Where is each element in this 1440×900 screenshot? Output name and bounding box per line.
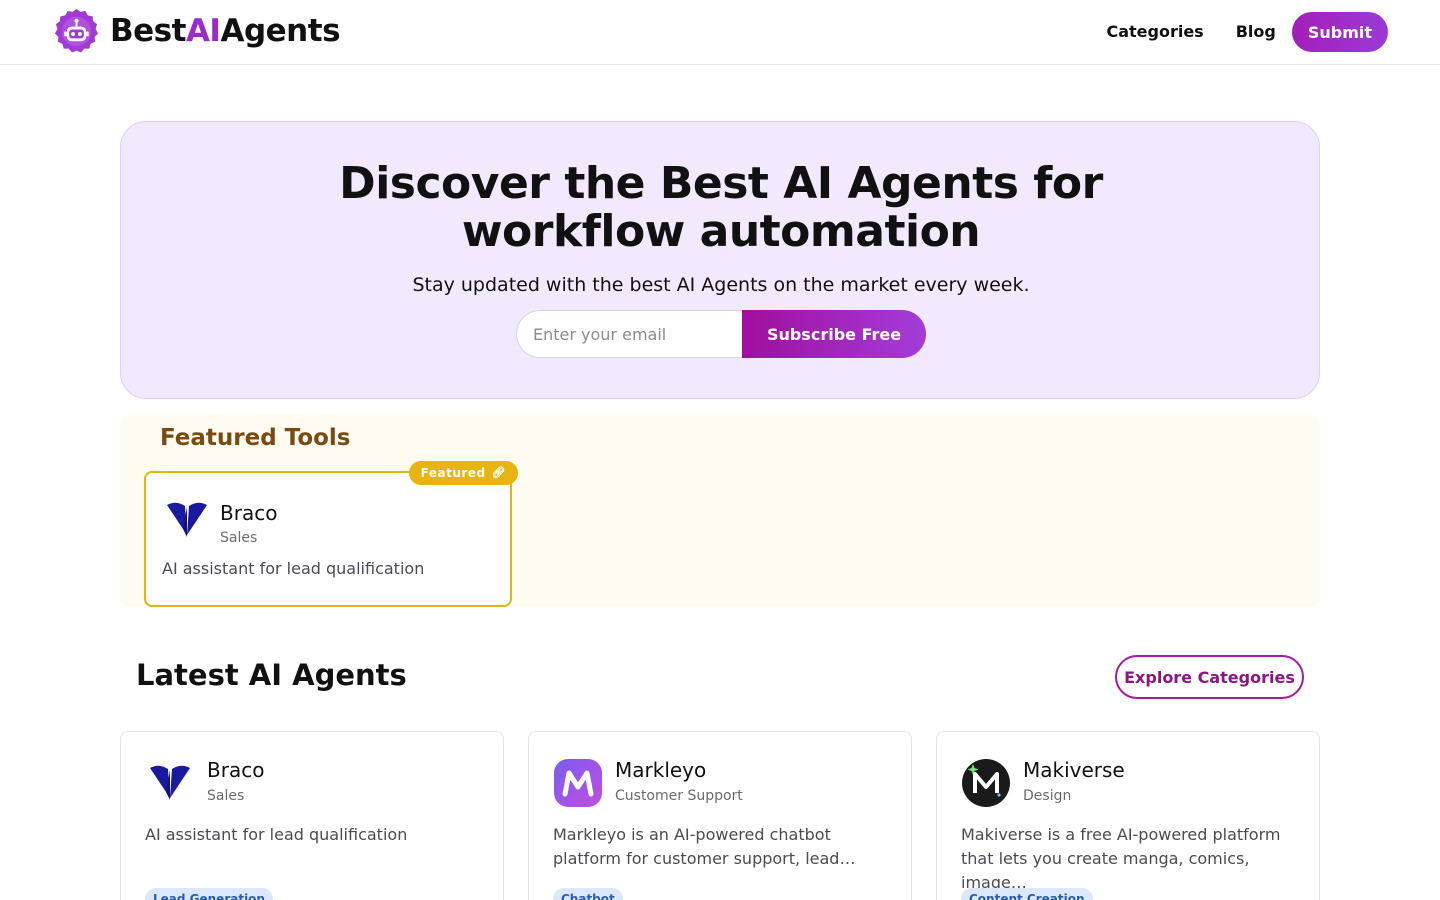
featured-card-category: Sales xyxy=(220,530,258,546)
agent-card-makiverse[interactable]: Makiverse Design Makiverse is a free AI-… xyxy=(936,731,1320,900)
logo-text-best: Best xyxy=(110,13,186,49)
hero-section: Discover the Best AI Agents for workflow… xyxy=(120,121,1320,399)
agent-card-name: Makiverse xyxy=(1023,758,1125,782)
agent-card-tag[interactable]: Lead Generation xyxy=(145,888,273,900)
latest-agents-title: Latest AI Agents xyxy=(136,658,407,692)
agent-card-description: Markleyo is an AI-powered chatbot platfo… xyxy=(553,825,856,868)
hero-subtitle: Stay updated with the best AI Agents on … xyxy=(412,274,1030,296)
agent-card-tag[interactable]: Chatbot xyxy=(553,888,623,900)
agent-card-braco[interactable]: Braco Sales AI assistant for lead qualif… xyxy=(120,731,504,900)
site-header: BestAIAgents Categories Blog Submit xyxy=(0,0,1440,65)
agent-card-category: Customer Support xyxy=(615,788,743,804)
submit-button[interactable]: Submit xyxy=(1291,12,1388,52)
makiverse-logo-icon xyxy=(962,759,1010,807)
featured-card-name: Braco xyxy=(220,501,278,525)
logo-text-agents: Agents xyxy=(220,13,341,49)
agent-card-name: Markleyo xyxy=(615,758,707,782)
link-icon: 🔗︎ xyxy=(491,466,506,479)
featured-card-braco[interactable]: Featured 🔗︎ Braco Sales AI assistant for… xyxy=(144,461,518,607)
logo-wordmark: BestAIAgents xyxy=(110,8,341,55)
braco-logo-icon xyxy=(167,502,207,537)
featured-tools-title: Featured Tools xyxy=(160,425,351,451)
email-input[interactable] xyxy=(516,310,742,358)
nav-categories-link[interactable]: Categories xyxy=(1106,12,1203,52)
featured-badge-label: Featured xyxy=(420,466,486,480)
agent-card-name: Braco xyxy=(207,758,265,782)
logo-text-ai: AI xyxy=(185,13,221,49)
braco-logo-icon xyxy=(150,765,190,800)
nav-blog-link[interactable]: Blog xyxy=(1236,12,1276,52)
site-logo[interactable]: BestAIAgents xyxy=(53,8,341,55)
main-nav: Categories Blog Submit xyxy=(1106,12,1388,52)
agent-card-tag[interactable]: Content Creation xyxy=(961,888,1093,900)
robot-icon xyxy=(54,8,99,53)
markleyo-logo-icon xyxy=(554,759,602,807)
agent-card-markleyo[interactable]: Markleyo Customer Support Markleyo is an… xyxy=(528,731,912,900)
hero-title: Discover the Best AI Agents for workflow… xyxy=(339,158,1103,257)
featured-tools-section: Featured Tools Featured 🔗︎ Braco Sales A… xyxy=(120,415,1320,607)
subscribe-form: Subscribe Free xyxy=(516,310,926,358)
agent-card-category: Design xyxy=(1023,788,1072,804)
agent-card-description: AI assistant for lead qualification xyxy=(145,825,408,844)
explore-categories-button[interactable]: Explore Categories xyxy=(1115,655,1304,699)
featured-card-description: AI assistant for lead qualification xyxy=(162,559,425,578)
featured-badge: Featured 🔗︎ xyxy=(408,461,518,485)
agent-card-description: Makiverse is a free AI-powered platform … xyxy=(961,825,1281,892)
subscribe-button[interactable]: Subscribe Free xyxy=(742,310,926,358)
agent-card-category: Sales xyxy=(207,788,245,804)
